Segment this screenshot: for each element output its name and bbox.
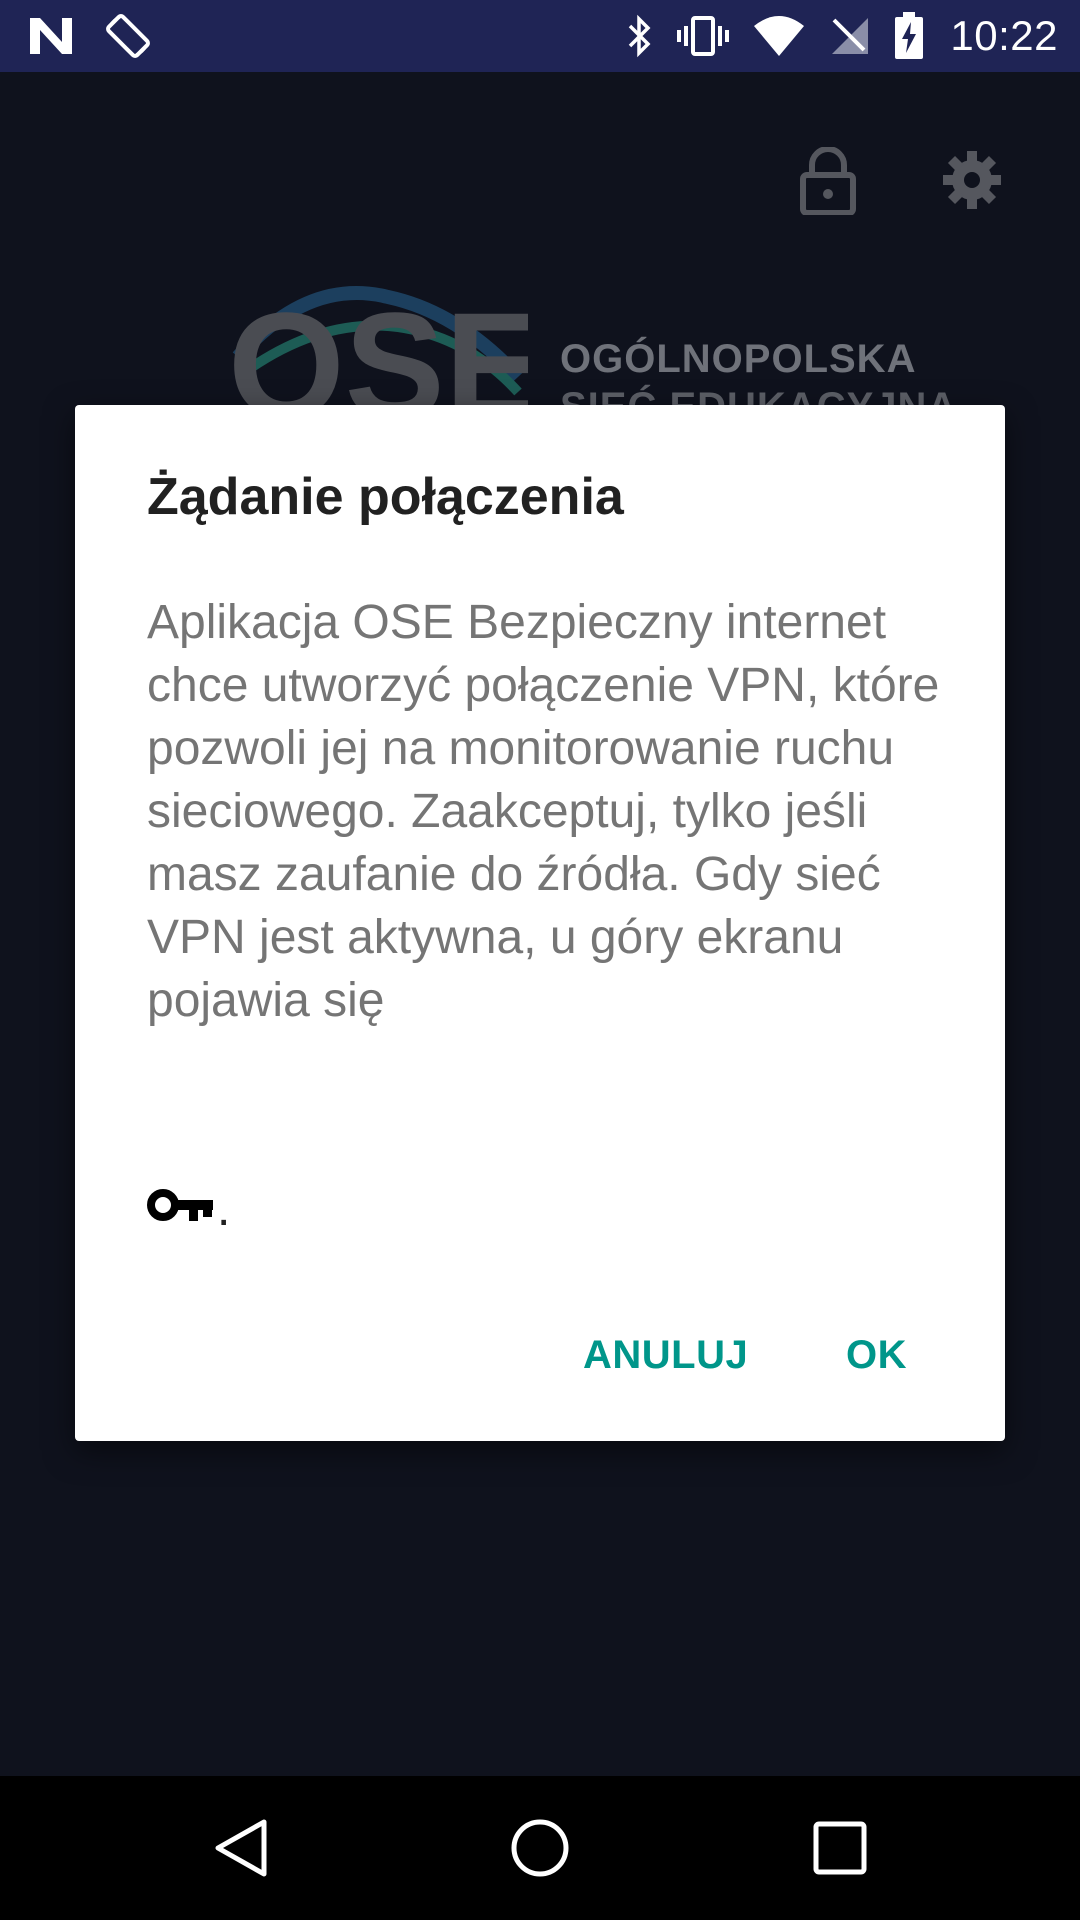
status-bar-right: 10:22 xyxy=(626,10,1058,62)
recents-icon[interactable] xyxy=(808,1816,872,1885)
cancel-button[interactable]: ANULUJ xyxy=(583,1333,748,1378)
status-time: 10:22 xyxy=(950,12,1058,59)
n-logo-icon xyxy=(28,16,74,56)
status-bar-left xyxy=(28,12,152,60)
vpn-connection-dialog: Żądanie połączenia Aplikacja OSE Bezpiec… xyxy=(75,405,1005,1441)
dialog-message: Aplikacja OSE Bezpieczny internet chce u… xyxy=(147,596,940,1027)
lock-icon[interactable] xyxy=(800,146,856,220)
back-icon[interactable] xyxy=(210,1816,274,1885)
battery-charging-icon xyxy=(894,12,924,60)
status-bar: 10:22 xyxy=(0,0,1080,72)
screen-rotation-icon xyxy=(104,12,152,60)
screen: 10:22 OSE OGÓLNOPOLSKA Żądanie połączeni… xyxy=(0,0,1080,1920)
ok-button[interactable]: OK xyxy=(846,1333,907,1378)
vpn-suffix: . xyxy=(217,1183,231,1236)
dialog-title: Żądanie połączenia xyxy=(147,468,624,526)
logo-mark-text: OSE xyxy=(228,281,528,407)
home-icon[interactable] xyxy=(508,1816,572,1885)
bluetooth-icon xyxy=(626,14,654,58)
vibrate-icon xyxy=(676,14,730,58)
gear-icon[interactable] xyxy=(942,150,1002,215)
navigation-bar xyxy=(0,1776,1080,1920)
no-signal-icon xyxy=(828,14,872,58)
vpn-indicator-row: . xyxy=(147,1183,231,1236)
logo-caption-line1: OGÓLNOPOLSKA xyxy=(560,337,917,381)
vpn-key-icon xyxy=(147,1185,215,1230)
wifi-icon xyxy=(752,14,806,58)
